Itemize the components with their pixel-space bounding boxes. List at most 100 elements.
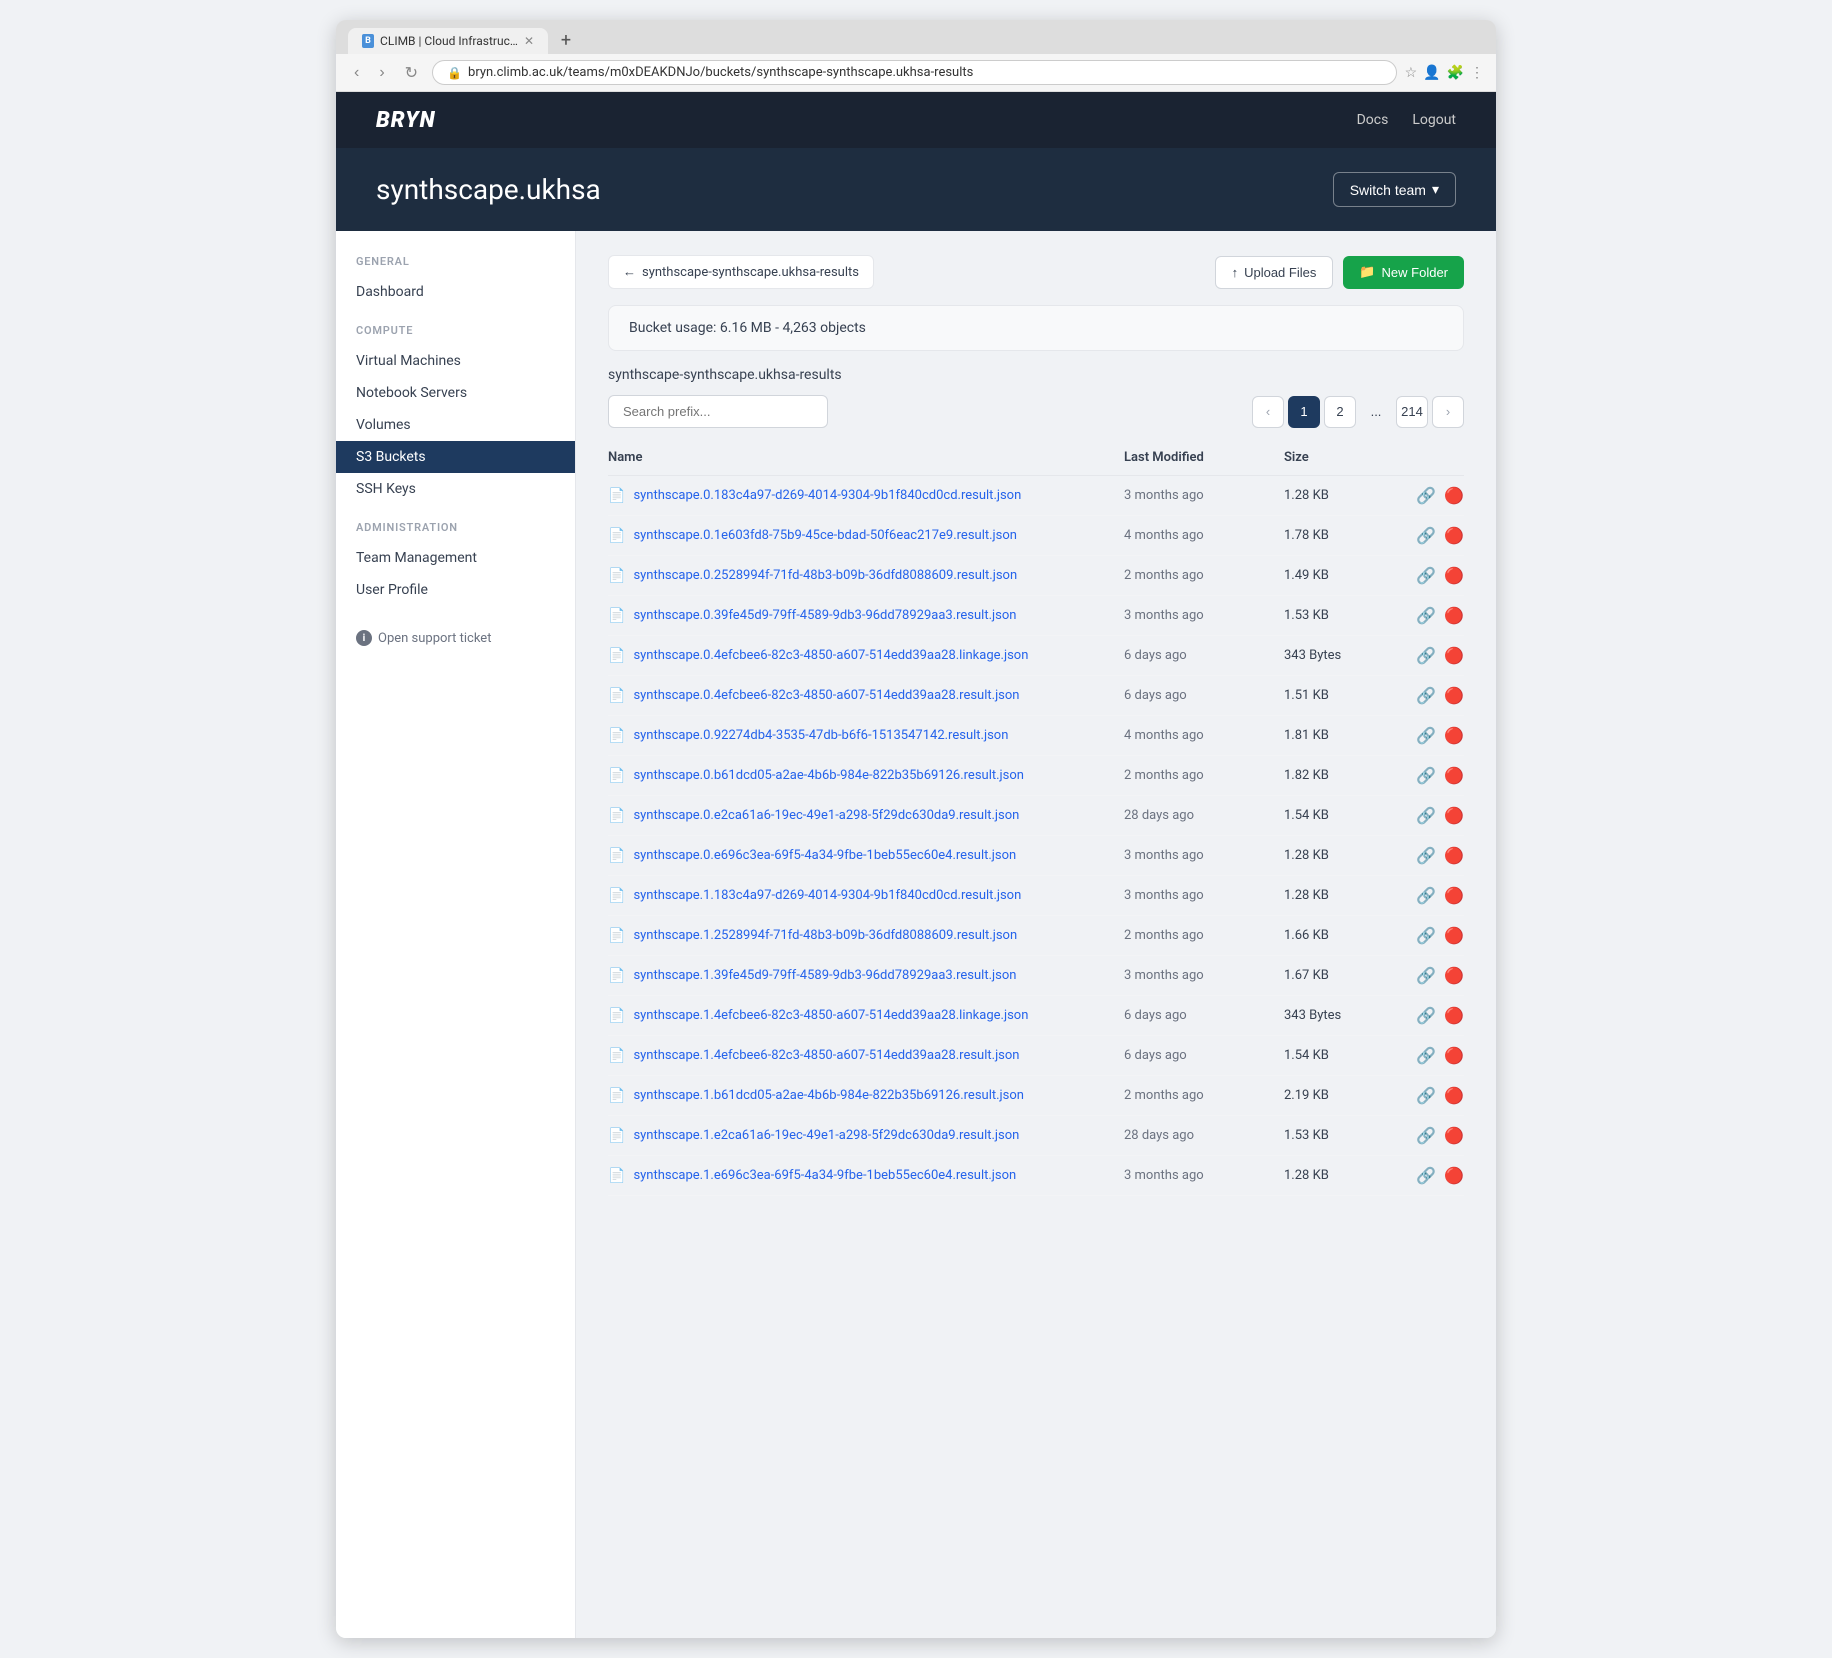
menu-icon[interactable]: ⋮ — [1470, 65, 1484, 81]
file-name-cell: 📄 synthscape.0.183c4a97-d269-4014-9304-9… — [608, 488, 1124, 504]
file-icon: 📄 — [608, 608, 625, 624]
file-link[interactable]: synthscape.0.1e603fd8-75b9-45ce-bdad-50f… — [633, 528, 1017, 543]
back-breadcrumb[interactable]: ← synthscape-synthscape.ukhsa-results — [608, 255, 874, 289]
link-icon[interactable]: 🔗 — [1416, 926, 1436, 945]
new-folder-button[interactable]: 📁 New Folder — [1343, 256, 1464, 289]
file-link[interactable]: synthscape.0.4efcbee6-82c3-4850-a607-514… — [633, 688, 1019, 703]
table-row: 📄 synthscape.1.2528994f-71fd-48b3-b09b-3… — [608, 916, 1464, 956]
file-modified: 2 months ago — [1124, 568, 1284, 583]
page-214-button[interactable]: 214 — [1396, 396, 1428, 428]
file-name-cell: 📄 synthscape.1.39fe45d9-79ff-4589-9db3-9… — [608, 968, 1124, 984]
file-link[interactable]: synthscape.0.2528994f-71fd-48b3-b09b-36d… — [633, 568, 1017, 583]
delete-icon[interactable]: 🔴 — [1444, 766, 1464, 785]
delete-icon[interactable]: 🔴 — [1444, 1126, 1464, 1145]
delete-icon[interactable]: 🔴 — [1444, 486, 1464, 505]
file-link[interactable]: synthscape.0.e2ca61a6-19ec-49e1-a298-5f2… — [633, 808, 1019, 823]
link-icon[interactable]: 🔗 — [1416, 1166, 1436, 1185]
file-link[interactable]: synthscape.1.b61dcd05-a2ae-4b6b-984e-822… — [633, 1088, 1024, 1103]
browser-tab[interactable]: B CLIMB | Cloud Infrastructure... ✕ — [348, 28, 548, 54]
file-link[interactable]: synthscape.1.4efcbee6-82c3-4850-a607-514… — [633, 1048, 1019, 1063]
delete-icon[interactable]: 🔴 — [1444, 806, 1464, 825]
delete-icon[interactable]: 🔴 — [1444, 1086, 1464, 1105]
link-icon[interactable]: 🔗 — [1416, 966, 1436, 985]
delete-icon[interactable]: 🔴 — [1444, 1046, 1464, 1065]
docs-link[interactable]: Docs — [1357, 112, 1389, 128]
file-link[interactable]: synthscape.0.4efcbee6-82c3-4850-a607-514… — [633, 648, 1028, 663]
link-icon[interactable]: 🔗 — [1416, 646, 1436, 665]
sidebar-item-virtual-machines[interactable]: Virtual Machines — [336, 345, 575, 377]
delete-icon[interactable]: 🔴 — [1444, 846, 1464, 865]
delete-icon[interactable]: 🔴 — [1444, 966, 1464, 985]
logout-link[interactable]: Logout — [1412, 112, 1456, 128]
delete-icon[interactable]: 🔴 — [1444, 566, 1464, 585]
forward-button[interactable]: › — [373, 62, 390, 84]
sidebar-item-team-management[interactable]: Team Management — [336, 542, 575, 574]
link-icon[interactable]: 🔗 — [1416, 1046, 1436, 1065]
delete-icon[interactable]: 🔴 — [1444, 686, 1464, 705]
back-button[interactable]: ‹ — [348, 62, 365, 84]
link-icon[interactable]: 🔗 — [1416, 566, 1436, 585]
file-link[interactable]: synthscape.0.39fe45d9-79ff-4589-9db3-96d… — [633, 608, 1016, 623]
delete-icon[interactable]: 🔴 — [1444, 886, 1464, 905]
link-icon[interactable]: 🔗 — [1416, 726, 1436, 745]
tab-close-icon[interactable]: ✕ — [524, 34, 534, 48]
file-name-cell: 📄 synthscape.0.e696c3ea-69f5-4a34-9fbe-1… — [608, 848, 1124, 864]
address-bar[interactable]: 🔒 bryn.climb.ac.uk/teams/m0xDEAKDNJo/buc… — [432, 60, 1397, 85]
sidebar-item-ssh-keys[interactable]: SSH Keys — [336, 473, 575, 505]
bucket-usage-bar: Bucket usage: 6.16 MB - 4,263 objects — [608, 305, 1464, 351]
bookmark-icon[interactable]: ☆ — [1405, 65, 1418, 81]
file-link[interactable]: synthscape.1.e696c3ea-69f5-4a34-9fbe-1be… — [633, 1168, 1016, 1183]
link-icon[interactable]: 🔗 — [1416, 686, 1436, 705]
link-icon[interactable]: 🔗 — [1416, 526, 1436, 545]
file-link[interactable]: synthscape.0.e696c3ea-69f5-4a34-9fbe-1be… — [633, 848, 1016, 863]
file-link[interactable]: synthscape.0.183c4a97-d269-4014-9304-9b1… — [633, 488, 1021, 503]
page-2-button[interactable]: 2 — [1324, 396, 1356, 428]
delete-icon[interactable]: 🔴 — [1444, 726, 1464, 745]
file-link[interactable]: synthscape.1.183c4a97-d269-4014-9304-9b1… — [633, 888, 1021, 903]
next-page-button[interactable]: › — [1432, 396, 1464, 428]
sidebar-item-dashboard[interactable]: Dashboard — [336, 276, 575, 308]
file-link[interactable]: synthscape.1.39fe45d9-79ff-4589-9db3-96d… — [633, 968, 1016, 983]
extensions-icon[interactable]: 🧩 — [1447, 65, 1464, 81]
link-icon[interactable]: 🔗 — [1416, 1006, 1436, 1025]
link-icon[interactable]: 🔗 — [1416, 886, 1436, 905]
sidebar-item-s3-buckets[interactable]: S3 Buckets — [336, 441, 575, 473]
refresh-button[interactable]: ↻ — [399, 61, 424, 85]
sidebar-item-user-profile[interactable]: User Profile — [336, 574, 575, 606]
file-link[interactable]: synthscape.0.92274db4-3535-47db-b6f6-151… — [633, 728, 1008, 743]
upload-files-button[interactable]: ↑ Upload Files — [1215, 256, 1334, 289]
link-icon[interactable]: 🔗 — [1416, 846, 1436, 865]
new-tab-button[interactable]: + — [552, 26, 580, 54]
file-size: 343 Bytes — [1284, 648, 1404, 663]
support-link[interactable]: i Open support ticket — [336, 614, 575, 662]
switch-team-button[interactable]: Switch team ▾ — [1333, 172, 1456, 207]
prev-page-button[interactable]: ‹ — [1252, 396, 1284, 428]
file-link[interactable]: synthscape.1.2528994f-71fd-48b3-b09b-36d… — [633, 928, 1017, 943]
file-size: 1.53 KB — [1284, 608, 1404, 623]
search-input[interactable] — [608, 395, 828, 428]
delete-icon[interactable]: 🔴 — [1444, 1006, 1464, 1025]
file-link[interactable]: synthscape.1.4efcbee6-82c3-4850-a607-514… — [633, 1008, 1028, 1023]
link-icon[interactable]: 🔗 — [1416, 806, 1436, 825]
link-icon[interactable]: 🔗 — [1416, 1126, 1436, 1145]
link-icon[interactable]: 🔗 — [1416, 1086, 1436, 1105]
delete-icon[interactable]: 🔴 — [1444, 526, 1464, 545]
sidebar-item-volumes[interactable]: Volumes — [336, 409, 575, 441]
sidebar-item-label: Virtual Machines — [356, 353, 461, 369]
file-icon: 📄 — [608, 1168, 625, 1184]
file-modified: 28 days ago — [1124, 808, 1284, 823]
link-icon[interactable]: 🔗 — [1416, 766, 1436, 785]
link-icon[interactable]: 🔗 — [1416, 606, 1436, 625]
page-1-button[interactable]: 1 — [1288, 396, 1320, 428]
delete-icon[interactable]: 🔴 — [1444, 926, 1464, 945]
delete-icon[interactable]: 🔴 — [1444, 606, 1464, 625]
file-link[interactable]: synthscape.1.e2ca61a6-19ec-49e1-a298-5f2… — [633, 1128, 1019, 1143]
delete-icon[interactable]: 🔴 — [1444, 1166, 1464, 1185]
sidebar-item-notebook-servers[interactable]: Notebook Servers — [336, 377, 575, 409]
table-row: 📄 synthscape.1.e696c3ea-69f5-4a34-9fbe-1… — [608, 1156, 1464, 1196]
profile-icon[interactable]: 👤 — [1423, 65, 1440, 81]
file-link[interactable]: synthscape.0.b61dcd05-a2ae-4b6b-984e-822… — [633, 768, 1024, 783]
delete-icon[interactable]: 🔴 — [1444, 646, 1464, 665]
link-icon[interactable]: 🔗 — [1416, 486, 1436, 505]
file-actions: 🔗 🔴 — [1404, 846, 1464, 865]
